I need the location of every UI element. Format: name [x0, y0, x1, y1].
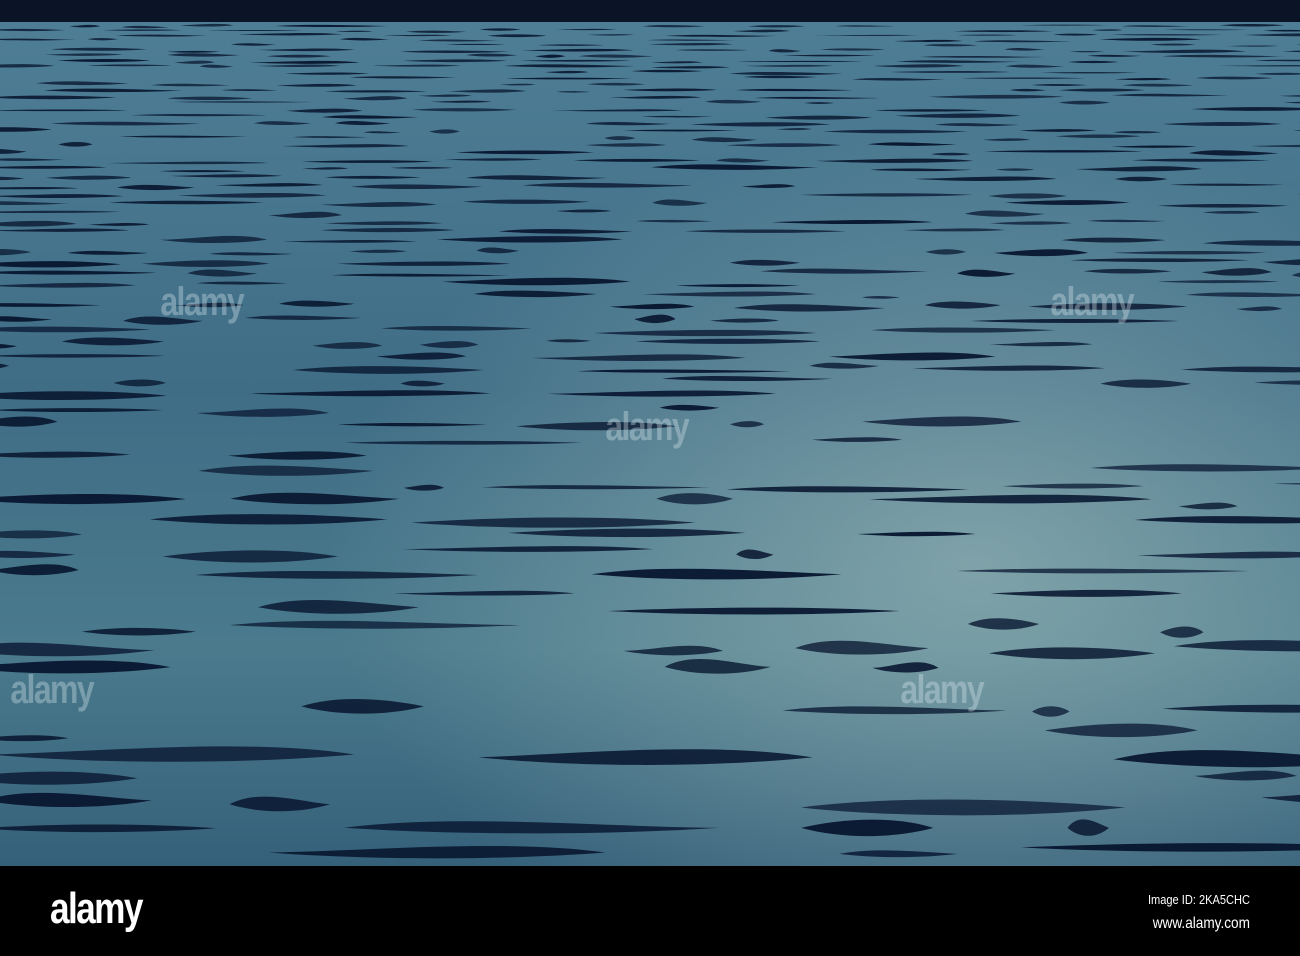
image-meta: Image ID: 2KA5CHC www.alamy.com: [1148, 888, 1250, 936]
photo-frame: alamy alamy alamy alamy alamy alamy Imag…: [0, 0, 1300, 956]
site-url[interactable]: www.alamy.com: [1148, 912, 1250, 936]
alamy-logo: alamy: [50, 884, 143, 933]
horizon-sky: [0, 0, 1300, 22]
watermark: alamy: [10, 668, 94, 712]
watermark: alamy: [605, 405, 689, 449]
footer-bar: alamy Image ID: 2KA5CHC www.alamy.com: [0, 866, 1300, 956]
watermark: alamy: [900, 668, 984, 712]
watermark: alamy: [160, 280, 244, 324]
image-id: Image ID: 2KA5CHC: [1148, 892, 1250, 907]
watermark: alamy: [1050, 280, 1134, 324]
